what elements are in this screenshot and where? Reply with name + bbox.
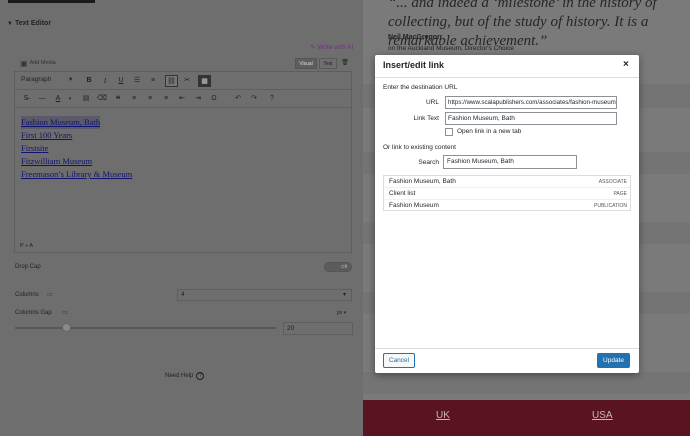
tab-text[interactable]: Text (319, 58, 337, 69)
align-right-icon[interactable]: ≡ (161, 93, 171, 105)
active-tab-indicator (8, 0, 95, 3)
unlink-icon[interactable]: ✂ (182, 75, 192, 87)
result-type: Publication (594, 203, 627, 209)
columns-select[interactable]: 4 (177, 289, 352, 301)
indent-icon[interactable]: ⇥ (193, 93, 203, 105)
result-item[interactable]: Client list Page (384, 188, 630, 200)
search-results: Fashion Museum, Bath Associate Client li… (383, 175, 631, 211)
footer-bar: UK USA (363, 400, 690, 436)
add-media-button[interactable]: ▣ Add Media (20, 57, 64, 69)
write-ai-label: Write with AI (317, 44, 354, 51)
result-title: Fashion Museum, Bath (389, 178, 456, 185)
url-label: URL (425, 99, 439, 106)
quote-author: Neil MacGregor (388, 34, 440, 41)
special-character-icon[interactable]: Ω (209, 93, 219, 105)
divider (375, 348, 639, 349)
redo-icon[interactable]: ↷ (249, 93, 259, 105)
align-left-icon[interactable]: ≡ (129, 93, 139, 105)
chevron-down-icon: ▾ (69, 76, 73, 83)
text-color-icon[interactable]: A (53, 93, 63, 105)
format-select[interactable]: Paragraph ▾ (21, 74, 76, 86)
clear-formatting-icon[interactable]: ⌫ (97, 93, 107, 105)
italic-icon[interactable]: I (100, 75, 110, 87)
need-help-label: Need Help (165, 373, 194, 379)
blockquote-icon[interactable]: ❝ (113, 93, 123, 105)
horizontal-line-icon[interactable]: — (37, 93, 47, 105)
toolbar-row-1: Paragraph ▾ B I U ☰ ≡ ⛓ ✂ ▦ (14, 71, 352, 89)
quote-text: “... and indeed a ‘milestone’ in the his… (388, 0, 657, 49)
toolbar-row-2: S̶ — A ▾ ▤ ⌫ ❝ ≡ ≡ ≡ ⇤ ⇥ Ω ↶ ↷ ? (14, 89, 352, 107)
format-select-value: Paragraph (21, 76, 52, 83)
link-text-input[interactable]: Fashion Museum, Bath (445, 112, 617, 125)
editor-link[interactable]: Fashion Museum, Bath (21, 116, 101, 129)
update-button[interactable]: Update (597, 353, 630, 368)
quote-author-role: on the Auckland Museum, Director's Choic… (388, 45, 514, 52)
result-item[interactable]: Fashion Museum, Bath Associate (384, 176, 630, 188)
columns-label: Columns (15, 292, 39, 298)
editor-link[interactable]: First 100 Years (21, 129, 72, 142)
caret-down-icon[interactable]: ▼ (7, 21, 13, 27)
write-with-ai-button[interactable]: ✎ Write with AI (310, 43, 353, 51)
result-type: Page (613, 191, 627, 197)
paste-text-icon[interactable]: ▤ (81, 93, 91, 105)
result-type: Associate (598, 179, 627, 185)
url-prompt: Enter the destination URL (383, 84, 458, 91)
chevron-down-icon: ▾ (343, 292, 347, 298)
numbered-list-icon[interactable]: ≡ (148, 75, 158, 87)
drop-cap-toggle[interactable]: Off (324, 262, 352, 272)
need-help-link[interactable]: Need Help ? (165, 372, 205, 380)
divider (375, 77, 639, 78)
columns-gap-input[interactable]: 20 (283, 322, 353, 335)
editor-link[interactable]: Fitzwilliam Museum (21, 155, 92, 168)
link-icon[interactable]: ⛓ (165, 75, 178, 87)
section-title[interactable]: Text Editor (15, 20, 51, 27)
footer-link-usa[interactable]: USA (592, 410, 613, 421)
trash-icon[interactable]: 🗑 (339, 58, 351, 69)
url-input[interactable]: https://www.scalapublishers.com/associat… (445, 96, 617, 109)
tab-visual[interactable]: Visual (295, 58, 317, 69)
strikethrough-icon[interactable]: S̶ (21, 93, 31, 105)
drop-cap-label: Drop Cap (15, 264, 41, 270)
editor-link[interactable]: Freemason’s Library & Museum (21, 168, 132, 181)
bullet-list-icon[interactable]: ☰ (132, 75, 142, 87)
help-icon[interactable]: ? (267, 93, 277, 105)
new-tab-checkbox[interactable] (445, 128, 453, 136)
bold-icon[interactable]: B (84, 75, 94, 87)
result-title: Fashion Museum (389, 202, 439, 209)
monitor-icon[interactable]: ▭ (62, 309, 68, 316)
search-label: Search (418, 159, 439, 166)
media-icon: ▣ (20, 58, 28, 68)
chevron-down-icon[interactable]: ▾ (65, 93, 75, 105)
search-input[interactable]: Fashion Museum, Bath (443, 155, 577, 169)
editor-link[interactable]: Firstsite (21, 142, 48, 155)
unit-select[interactable]: px ▾ (337, 310, 346, 316)
outdent-icon[interactable]: ⇤ (177, 93, 187, 105)
close-icon[interactable]: × (623, 59, 629, 70)
underline-icon[interactable]: U (116, 75, 126, 87)
editor-panel: ▼ Text Editor ✎ Write with AI ▣ Add Medi… (0, 0, 363, 436)
undo-icon[interactable]: ↶ (233, 93, 243, 105)
toolbar-toggle-icon[interactable]: ▦ (198, 75, 211, 87)
cancel-button[interactable]: Cancel (383, 353, 415, 368)
unit-value: px (337, 310, 343, 316)
columns-gap-label: Columns Gap (15, 310, 52, 316)
new-tab-label[interactable]: Open link in a new tab (457, 128, 521, 135)
footer-link-uk[interactable]: UK (436, 410, 450, 421)
result-title: Client list (389, 190, 416, 197)
link-text-label: Link Text (413, 115, 439, 122)
columns-gap-slider[interactable] (15, 327, 276, 329)
help-circle-icon: ? (196, 372, 205, 380)
monitor-icon[interactable]: ▭ (47, 291, 53, 298)
dialog-title: Insert/edit link (383, 60, 445, 70)
element-path: P » A (20, 243, 34, 249)
existing-content-label: Or link to existing content (383, 144, 456, 151)
editor-content[interactable]: Fashion Museum, Bath First 100 Years Fir… (14, 107, 352, 253)
align-center-icon[interactable]: ≡ (145, 93, 155, 105)
add-media-label: Add Media (29, 60, 56, 66)
result-item[interactable]: Fashion Museum Publication (384, 200, 630, 212)
page-band (363, 372, 690, 394)
insert-link-dialog: Insert/edit link × Enter the destination… (375, 55, 639, 373)
slider-handle[interactable] (62, 323, 71, 332)
